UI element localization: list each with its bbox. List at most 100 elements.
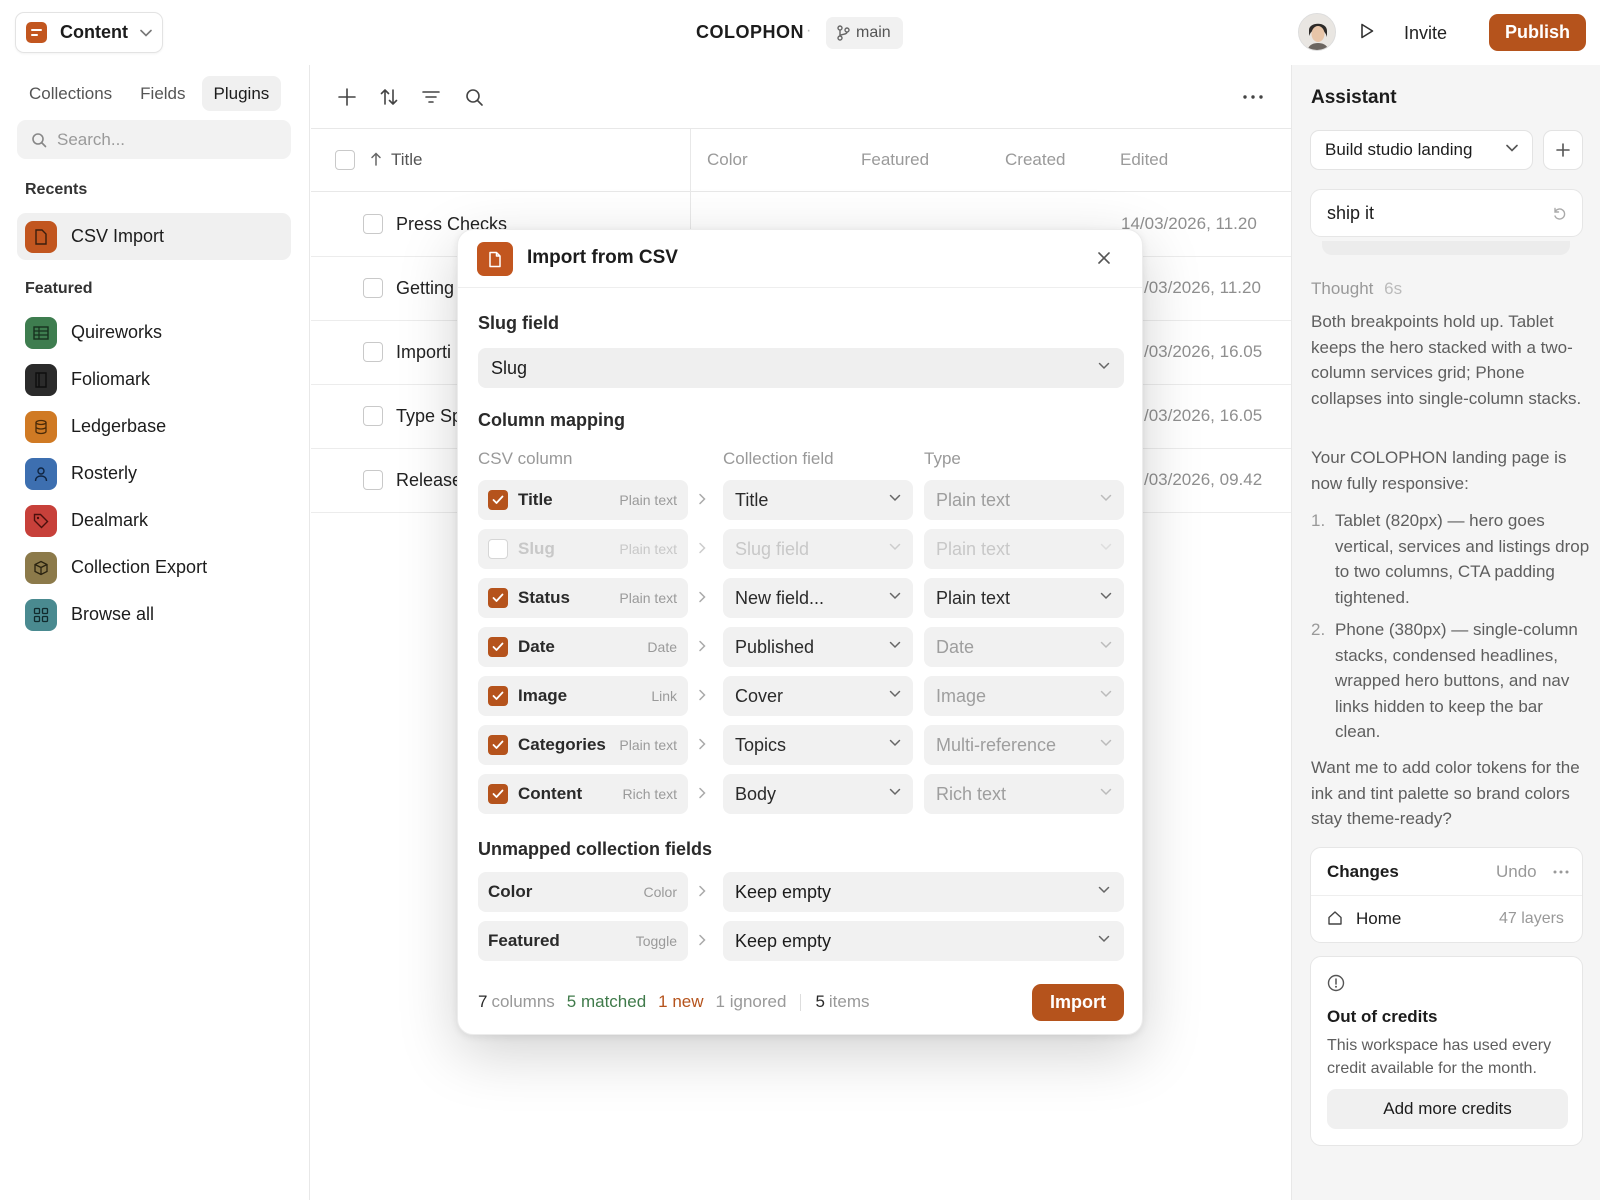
chevron-down-icon [1100,641,1112,649]
restore-icon[interactable] [1552,207,1566,221]
plugin-search-input[interactable]: Search... [17,120,291,159]
collection-field-select[interactable]: Title [723,480,913,520]
row-checkbox[interactable] [363,342,383,362]
filter-icon[interactable] [421,87,441,107]
collection-field-select[interactable]: Topics [723,725,913,765]
plugin-item-dealmark[interactable]: Dealmark [17,497,291,544]
workspace-switcher[interactable]: Content [15,12,163,53]
chevron-right-icon [698,885,706,897]
plugin-item-rosterly[interactable]: Rosterly [17,450,291,497]
chevron-down-icon [889,690,901,698]
unmapped-field-name: Featured [488,931,560,950]
collection-field-select[interactable]: New field... [723,578,913,618]
search-icon[interactable] [464,87,484,107]
play-preview-icon[interactable] [1360,23,1374,39]
add-credits-button[interactable]: Add more credits [1327,1089,1568,1129]
plugin-item-collection-export[interactable]: Collection Export [17,544,291,591]
close-icon[interactable] [1097,251,1111,265]
plugin-item-foliomark[interactable]: Foliomark [17,356,291,403]
csv-column-cell: Categories Plain text [478,725,688,765]
type-value: Plain text [936,587,1011,608]
include-checkbox[interactable] [488,637,508,657]
field-value: Cover [735,685,784,706]
type-select[interactable]: Date [924,627,1124,667]
tab-collections[interactable]: Collections [17,76,124,111]
mapping-row-categories: Categories Plain text Topics Multi-refer… [478,725,1124,765]
new-thread-button[interactable] [1543,130,1583,170]
import-button[interactable]: Import [1032,984,1124,1021]
more-options-icon[interactable] [1553,870,1569,874]
include-checkbox[interactable] [488,784,508,804]
plugin-item-browse-all[interactable]: Browse all [17,591,291,638]
type-select[interactable]: Plain text [924,480,1124,520]
plugin-item-quireworks[interactable]: Quireworks [17,309,291,356]
csv-column-cell: Status Plain text [478,578,688,618]
search-placeholder: Search... [57,129,126,149]
collection-field-select: Slug field [723,529,913,569]
user-message-text: ship it [1327,202,1375,223]
column-header-featured[interactable]: Featured [861,150,929,170]
change-item-home[interactable]: Home [1356,909,1401,929]
publish-button[interactable]: Publish [1489,14,1586,51]
field-value: Published [735,636,815,657]
type-select[interactable]: Rich text [924,774,1124,814]
include-checkbox[interactable] [488,686,508,706]
divider [1311,895,1582,896]
columns-label: columns [491,992,555,1011]
collection-field-select[interactable]: Published [723,627,913,667]
matched-count: 5 matched [566,992,647,1011]
thought-label[interactable]: Thought 6s [1311,279,1402,299]
list-number: 2. [1311,620,1326,639]
include-checkbox[interactable] [488,588,508,608]
user-avatar[interactable] [1298,13,1336,51]
chevron-right-icon [698,689,706,701]
column-header-title[interactable]: Title [391,150,423,170]
type-select[interactable]: Multi-reference [924,725,1124,765]
chevron-right-icon [698,934,706,946]
csv-column-name: Content [518,784,583,803]
chevron-right-icon [698,787,706,799]
column-header-color[interactable]: Color [707,150,748,170]
field-value: Body [735,783,777,804]
undo-button[interactable]: Undo [1496,862,1537,882]
sort-icon[interactable] [379,87,399,107]
collection-field-select[interactable]: Body [723,774,913,814]
branch-icon [836,25,850,41]
unmapped-field-type: Toggle [635,933,677,949]
type-select[interactable]: Image [924,676,1124,716]
unmapped-value-select[interactable]: Keep empty [723,872,1124,912]
row-checkbox[interactable] [363,406,383,426]
type-value: Plain text [936,489,1011,510]
more-options-icon[interactable] [1243,95,1263,99]
thread-selector[interactable]: Build studio landing [1310,130,1533,170]
row-checkbox[interactable] [363,470,383,490]
unmapped-value-select[interactable]: Keep empty [723,921,1124,961]
tab-plugins[interactable]: Plugins [201,76,282,111]
branch-selector[interactable]: main [826,17,903,49]
columns-count: 7 [478,992,488,1011]
include-checkbox[interactable] [488,735,508,755]
add-icon[interactable] [337,87,357,107]
chevron-down-icon [889,494,901,502]
invite-button[interactable]: Invite [1404,23,1447,44]
column-header-created[interactable]: Created [1005,150,1065,170]
row-title: Type Sp [396,406,463,426]
collection-field-select[interactable]: Cover [723,676,913,716]
plugin-item-ledgerbase[interactable]: Ledgerbase [17,403,291,450]
layer-count: 47 layers [1499,910,1564,927]
column-header-edited[interactable]: Edited [1120,150,1168,170]
row-edited: /03/2026, 09.42 [1144,470,1263,489]
include-checkbox[interactable] [488,539,508,559]
user-message: ship it [1310,189,1583,237]
tab-fields[interactable]: Fields [128,76,197,111]
chevron-down-icon [1506,144,1518,152]
type-select[interactable]: Plain text [924,578,1124,618]
plugin-item-csv-import[interactable]: CSV Import [17,213,291,260]
mapping-row-date: Date Date Published Date [478,627,1124,667]
sort-arrow-up-icon [370,152,382,166]
row-checkbox[interactable] [363,278,383,298]
select-all-checkbox[interactable] [335,150,355,170]
row-checkbox[interactable] [363,214,383,234]
slug-field-select[interactable]: Slug [478,348,1124,388]
include-checkbox[interactable] [488,490,508,510]
